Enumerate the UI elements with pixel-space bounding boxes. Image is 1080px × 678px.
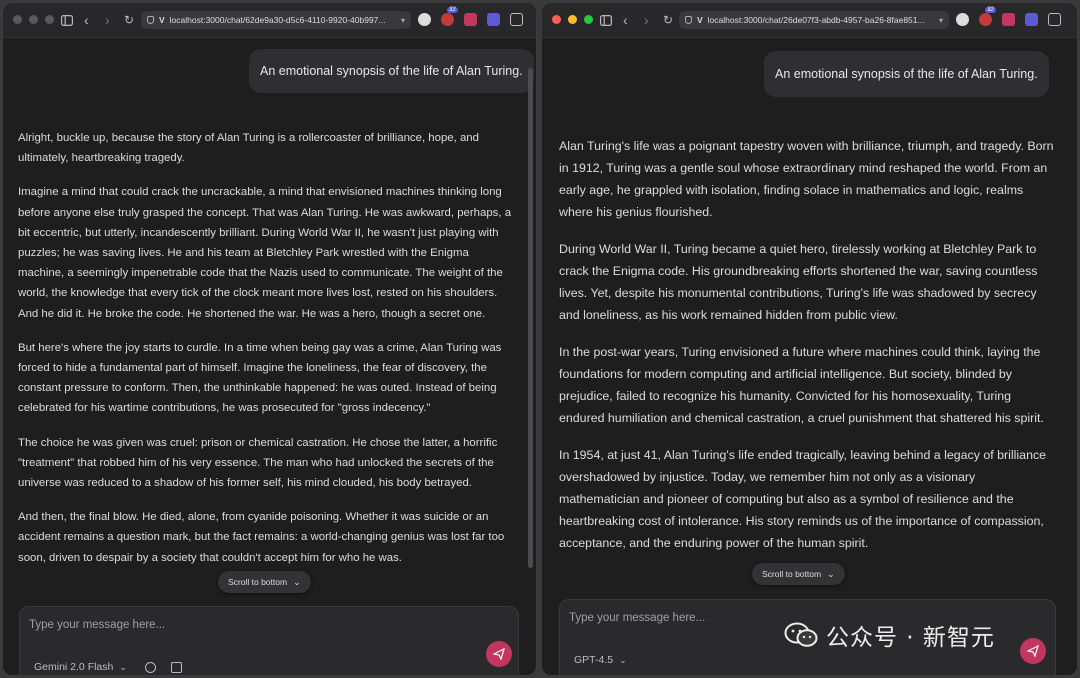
sidebar-icon[interactable] [600,3,612,37]
user-message-bubble: An emotional synopsis of the life of Ala… [249,49,534,93]
watermark: 公众号 · 新智元 [784,618,995,652]
reply-paragraph: During World War II, Turing became a qui… [559,242,1038,322]
message-composer[interactable]: Type your message here... Gemini 2.0 Fla… [19,606,519,675]
extension-badge: 32 [985,7,996,13]
v-icon: V [697,15,703,25]
reload-icon[interactable]: ↻ [124,3,134,37]
sidebar-icon[interactable] [61,3,73,37]
chevron-down-icon: ⌄ [119,662,127,672]
reply-paragraph: And then, the final blow. He died, alone… [18,511,505,564]
minimize-window-button[interactable] [29,15,38,24]
zoom-window-button[interactable] [45,15,54,24]
forward-icon[interactable]: › [644,3,649,37]
reply-paragraph: Alright, buckle up, because the story of… [18,132,479,165]
chevron-down-icon: ⌄ [619,655,627,665]
model-name: Gemini 2.0 Flash [34,661,114,673]
scroll-to-bottom-label: Scroll to bottom [228,577,288,587]
wechat-icon [784,622,818,648]
scrollbar[interactable] [528,68,533,568]
puzzle-icon[interactable] [510,13,523,26]
globe-icon[interactable] [145,662,156,673]
minimize-window-button[interactable] [568,15,577,24]
reply-paragraph: In the post-war years, Turing envisioned… [559,345,1044,425]
back-icon[interactable]: ‹ [623,3,628,37]
back-icon[interactable]: ‹ [84,3,89,37]
chevron-down-icon[interactable]: ▾ [397,16,405,25]
scroll-to-bottom-button[interactable]: Scroll to bottom ⌄ [752,563,845,585]
extension-badge: 32 [447,7,458,13]
send-button[interactable] [486,641,512,667]
close-window-button[interactable] [552,15,561,24]
window-controls [552,15,593,24]
pocket-icon[interactable] [1002,13,1015,26]
right-browser-window: ‹ › ↻ V localhost:3000/chat/26de07f3-abd… [541,2,1078,676]
chevron-down-icon: ⌄ [293,577,301,587]
reply-paragraph: In 1954, at just 41, Alan Turing's life … [559,448,1047,550]
chat-area: An emotional synopsis of the life of Ala… [542,38,1077,675]
reply-paragraph: But here's where the joy starts to curdl… [18,341,502,415]
reload-icon[interactable]: ↻ [663,3,673,37]
reply-paragraph: Imagine a mind that could crack the uncr… [18,186,512,320]
url-text: localhost:3000/chat/26de07f3-abdb-4957-b… [707,15,925,25]
chevron-down-icon[interactable]: ▾ [935,16,943,25]
watermark-text: 公众号 · 新智元 [826,625,995,651]
forward-icon[interactable]: › [105,3,110,37]
send-icon [493,648,505,660]
address-bar[interactable]: V localhost:3000/chat/26de07f3-abdb-4957… [679,11,949,29]
chevron-down-icon: ⌄ [827,569,835,579]
browser-toolbar: ‹ › ↻ V localhost:3000/chat/62de9a30-d5c… [3,3,536,38]
browser-toolbar: ‹ › ↻ V localhost:3000/chat/26de07f3-abd… [542,3,1077,38]
image-icon[interactable] [171,662,182,673]
extension-icon[interactable]: 32 [441,7,458,26]
reply-paragraph: The choice he was given was cruel: priso… [18,436,498,490]
assistant-reply: Alan Turing's life was a poignant tapest… [559,135,1059,569]
message-input[interactable]: Type your message here... [29,619,165,631]
assistant-reply: Alright, buckle up, because the story of… [18,128,518,582]
model-selector[interactable]: GPT-4.5 ⌄ [574,654,627,666]
scroll-to-bottom-button[interactable]: Scroll to bottom ⌄ [218,571,311,593]
puzzle-icon[interactable] [1048,13,1061,26]
send-icon [1027,645,1039,657]
extension-icon[interactable] [418,13,431,26]
address-bar[interactable]: V localhost:3000/chat/62de9a30-d5c6-4110… [141,11,411,29]
v-icon: V [159,15,165,25]
scroll-to-bottom-label: Scroll to bottom [762,569,822,579]
shield-icon [685,16,692,24]
shield-icon [147,16,154,24]
close-window-button[interactable] [13,15,22,24]
extension-icon[interactable] [1025,13,1038,26]
url-text: localhost:3000/chat/62de9a30-d5c6-4110-9… [169,15,386,25]
user-message-bubble: An emotional synopsis of the life of Ala… [764,51,1049,97]
extension-icon[interactable] [956,13,969,26]
model-name: GPT-4.5 [574,654,614,666]
window-controls [13,15,54,24]
extension-icon[interactable] [487,13,500,26]
model-selector[interactable]: Gemini 2.0 Flash ⌄ [34,661,127,673]
reply-paragraph: Alan Turing's life was a poignant tapest… [559,139,1054,219]
chat-area: An emotional synopsis of the life of Ala… [3,38,536,675]
pocket-icon[interactable] [464,13,477,26]
extension-icons: 32 [418,7,523,26]
zoom-window-button[interactable] [584,15,593,24]
message-input[interactable]: Type your message here... [569,612,705,624]
left-browser-window: ‹ › ↻ V localhost:3000/chat/62de9a30-d5c… [2,2,537,676]
extension-icon[interactable]: 32 [979,7,996,26]
send-button[interactable] [1020,638,1046,664]
extension-icons: 32 [956,7,1061,26]
